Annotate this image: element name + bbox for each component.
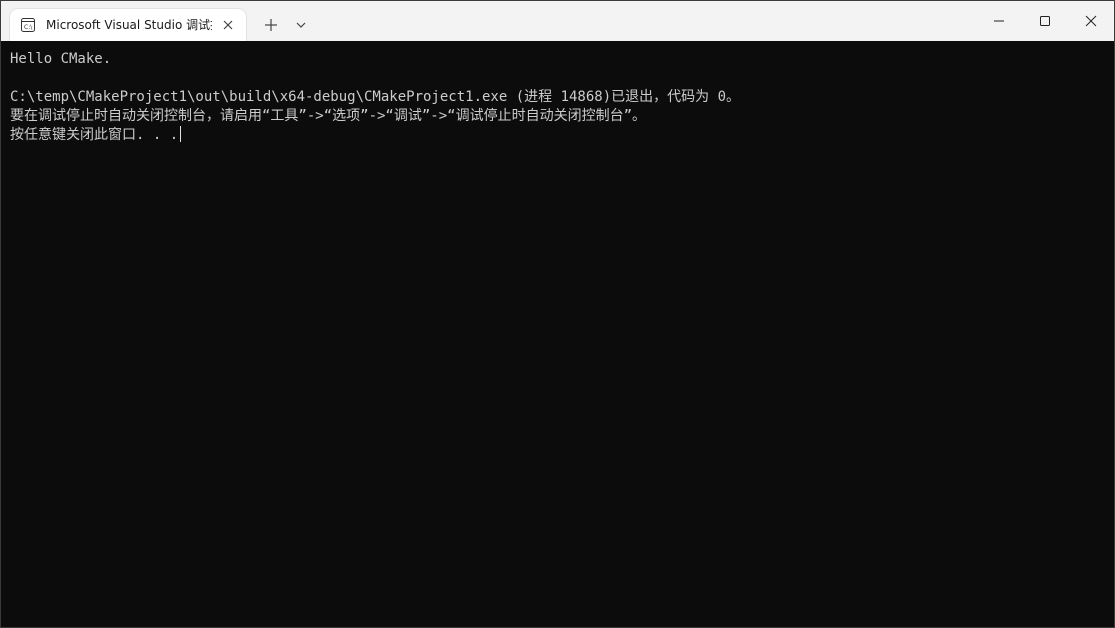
console-icon: C:\ bbox=[21, 18, 35, 32]
minimize-icon bbox=[994, 20, 1004, 22]
chevron-down-icon[interactable] bbox=[290, 13, 312, 37]
close-icon bbox=[1085, 15, 1097, 27]
tab-title: Microsoft Visual Studio 调试控制台 bbox=[46, 18, 212, 32]
close-icon[interactable] bbox=[220, 17, 236, 33]
maximize-icon bbox=[1040, 16, 1050, 26]
svg-text:C:\: C:\ bbox=[24, 24, 33, 31]
plus-icon[interactable] bbox=[259, 13, 283, 37]
terminal-window: C:\ Microsoft Visual Studio 调试控制台 bbox=[0, 0, 1115, 628]
console-output[interactable]: Hello CMake. C:\temp\CMakeProject1\out\b… bbox=[1, 41, 1114, 627]
maximize-button[interactable] bbox=[1022, 1, 1068, 41]
console-line-text: 按任意键关闭此窗口. . . bbox=[10, 127, 179, 143]
console-line: Hello CMake. bbox=[10, 51, 112, 67]
title-bar[interactable]: C:\ Microsoft Visual Studio 调试控制台 bbox=[1, 1, 1114, 41]
minimize-button[interactable] bbox=[976, 1, 1022, 41]
console-line: 要在调试停止时自动关闭控制台，请启用“工具”->“选项”->“调试”->“调试停… bbox=[10, 108, 646, 124]
console-line: 按任意键关闭此窗口. . . bbox=[10, 126, 182, 145]
console-line: C:\temp\CMakeProject1\out\build\x64-debu… bbox=[10, 89, 741, 105]
window-close-button[interactable] bbox=[1068, 1, 1114, 41]
text-cursor bbox=[180, 126, 182, 142]
tab-debug-console[interactable]: C:\ Microsoft Visual Studio 调试控制台 bbox=[10, 9, 246, 41]
